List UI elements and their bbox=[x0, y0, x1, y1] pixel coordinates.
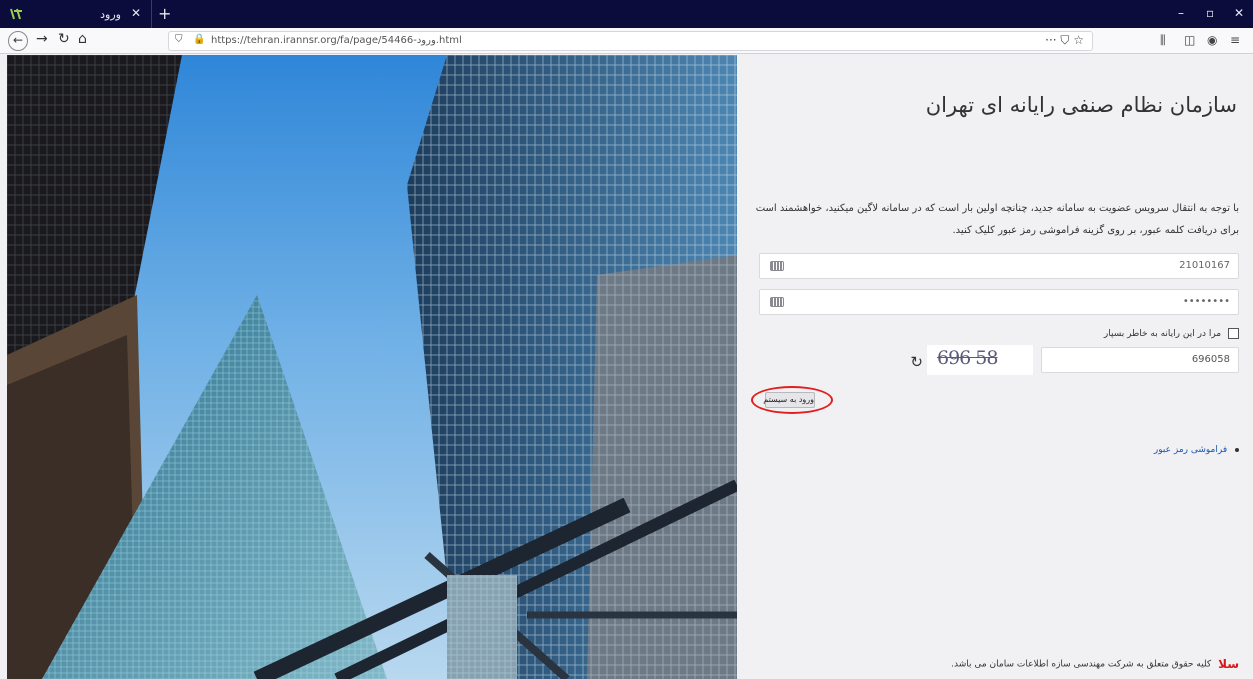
password-value: •••••••• bbox=[1182, 296, 1230, 307]
minimize-icon[interactable]: – bbox=[1178, 6, 1184, 20]
page-actions-icon[interactable]: ··· ⛉ ☆ bbox=[1045, 33, 1084, 48]
url-bar[interactable]: ⛉ 🔒 https://tehran.irannsr.org/fa/page/5… bbox=[168, 31, 1093, 51]
page-content: سازمان نظام صنفی رایانه ای تهران با توجه… bbox=[0, 55, 1253, 679]
login-form: سازمان نظام صنفی رایانه ای تهران با توجه… bbox=[745, 55, 1253, 679]
library-icon[interactable]: ⫼ bbox=[1160, 33, 1166, 48]
captcha-value: 696058 bbox=[1191, 354, 1230, 365]
app-logo-icon bbox=[10, 8, 22, 20]
captcha-image: 696 58 bbox=[927, 345, 1033, 375]
bullet-icon bbox=[1235, 447, 1239, 452]
home-icon[interactable]: ⌂ bbox=[78, 31, 87, 47]
forgot-password-link[interactable]: فراموشی رمز عبور bbox=[1154, 445, 1227, 455]
captcha-refresh-icon[interactable]: ↻ bbox=[910, 353, 923, 371]
keyboard-icon[interactable] bbox=[770, 297, 784, 307]
page-title: سازمان نظام صنفی رایانه ای تهران bbox=[925, 93, 1237, 117]
maximize-icon[interactable]: ▫ bbox=[1206, 6, 1214, 20]
footer: سلا کلیه حقوق متعلق به شرکت مهندسی سازه … bbox=[951, 657, 1239, 671]
url-text[interactable]: https://tehran.irannsr.org/fa/page/54466… bbox=[211, 35, 462, 46]
hero-buildings-image bbox=[7, 55, 737, 679]
tab-title: ورود bbox=[100, 8, 121, 21]
username-field[interactable]: 21010167 bbox=[759, 253, 1239, 279]
buildings-illustration bbox=[7, 55, 737, 679]
back-icon[interactable]: ← bbox=[8, 31, 28, 51]
close-tab-icon[interactable]: ✕ bbox=[131, 6, 141, 20]
company-logo: سلا bbox=[1218, 657, 1239, 671]
menu-icon[interactable]: ≡ bbox=[1230, 33, 1240, 47]
username-value: 21010167 bbox=[1179, 260, 1230, 271]
reload-icon[interactable]: ↻ bbox=[58, 31, 70, 47]
window-close-icon[interactable]: ✕ bbox=[1234, 6, 1244, 20]
remember-label: مرا در این رایانه به خاطر بسپار bbox=[1103, 329, 1222, 339]
tab-login[interactable]: ورود ✕ bbox=[48, 0, 152, 28]
footer-text: کلیه حقوق متعلق به شرکت مهندسی سازه اطلا… bbox=[951, 659, 1212, 670]
captcha-input[interactable]: 696058 bbox=[1041, 347, 1239, 373]
forgot-password[interactable]: فراموشی رمز عبور bbox=[1154, 445, 1239, 455]
keyboard-icon[interactable] bbox=[770, 261, 784, 271]
shield-icon[interactable]: ⛉ bbox=[175, 34, 183, 45]
sidebar-icon[interactable]: ◫ bbox=[1184, 33, 1195, 47]
browser-navbar: ← → ↻ ⌂ ⛉ 🔒 https://tehran.irannsr.org/f… bbox=[0, 28, 1253, 54]
remember-checkbox[interactable] bbox=[1228, 328, 1239, 339]
captcha-image-text: 696 58 bbox=[937, 347, 998, 369]
login-button[interactable]: ورود به سیستم bbox=[763, 392, 815, 408]
browser-tabbar: ورود ✕ + – ▫ ✕ bbox=[0, 0, 1253, 28]
new-tab-icon[interactable]: + bbox=[158, 4, 171, 23]
lock-icon[interactable]: 🔒 bbox=[193, 34, 205, 45]
forward-icon[interactable]: → bbox=[36, 31, 48, 47]
remember-me[interactable]: مرا در این رایانه به خاطر بسپار bbox=[1104, 328, 1239, 342]
migration-notice: با توجه به انتقال سرویس عضویت به سامانه … bbox=[755, 203, 1239, 236]
password-field[interactable]: •••••••• bbox=[759, 289, 1239, 315]
account-icon[interactable]: ◉ bbox=[1207, 33, 1217, 47]
